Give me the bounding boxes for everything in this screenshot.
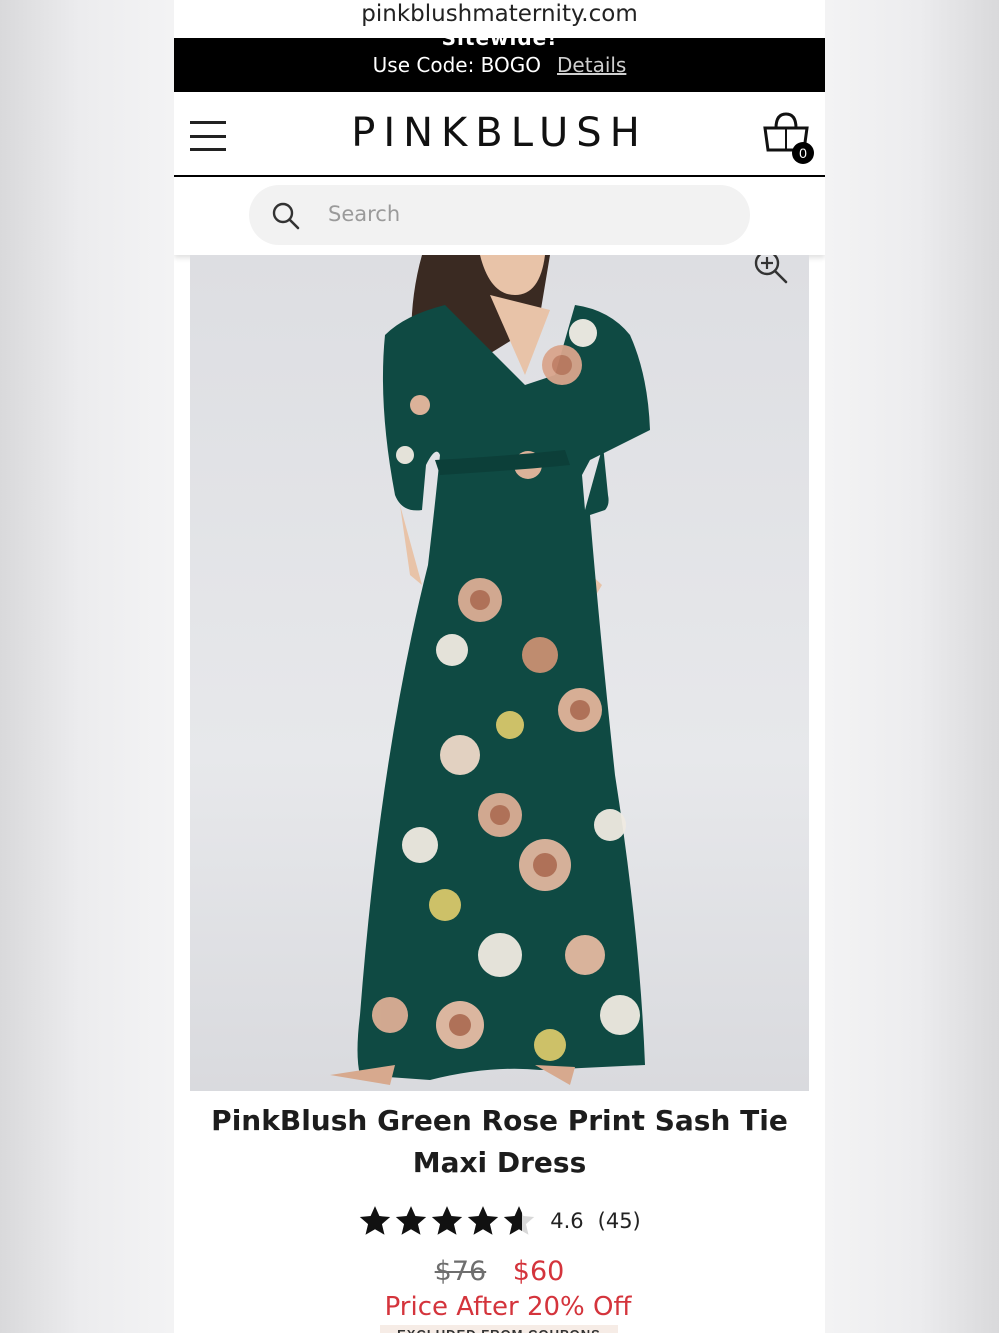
site-header: PINKBLUSH 0 [174,92,825,177]
coupon-exclusion-note: EXCLUDED FROM COUPONS [380,1325,618,1333]
site-logo[interactable]: PINKBLUSH [174,110,825,156]
rating-value: 4.6 [550,1209,584,1233]
search-icon [272,202,300,230]
sale-price: $60 [512,1256,565,1287]
phone-screen: pinkblushmaternity.com Sitewide! Use Cod… [174,0,825,1333]
browser-url[interactable]: pinkblushmaternity.com [174,0,825,38]
star-icon [468,1206,499,1235]
star-icon [360,1206,391,1235]
search-input[interactable]: Search [249,185,750,245]
original-price: $76 [434,1256,487,1287]
rating-stars [358,1204,536,1238]
cart-count-badge: 0 [792,142,814,164]
product-image[interactable] [190,255,809,1091]
review-count[interactable]: (45) [598,1209,641,1233]
promo-code-text: Use Code: BOGO [372,53,542,77]
product-title: PinkBlush Green Rose Print Sash Tie Maxi… [211,1104,788,1179]
promo-headline: Sitewide! [441,38,558,50]
price-row: $76 $60 [174,1256,825,1287]
promo-details-link[interactable]: Details [557,53,626,77]
product-rating[interactable]: 4.6 (45) [174,1200,825,1242]
promo-banner: Sitewide! Use Code: BOGO Details [174,38,825,92]
search-bar-container: Search [174,177,825,255]
cart-button[interactable]: 0 [762,112,818,164]
half-star-icon [504,1206,535,1235]
search-placeholder: Search [328,202,401,226]
price-after-discount: Price After 20% Off [384,1292,632,1322]
dress-photo [330,255,650,1085]
star-icon [396,1206,427,1235]
star-icon [432,1206,463,1235]
zoom-in-icon[interactable] [752,255,792,285]
